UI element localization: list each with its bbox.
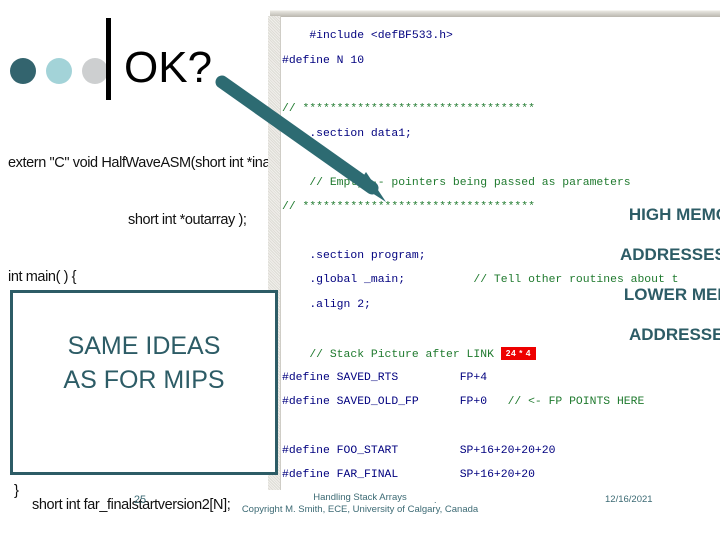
code-comment-stack-picture: // Stack Picture after LINK: [282, 349, 501, 362]
c-source-line-3: int main( ) {: [8, 269, 77, 285]
code-line: #define FOO_START SP+16+20+20+20: [282, 444, 556, 457]
code-line: #define SAVED_OLD_FP FP+0 // <- FP POINT…: [282, 396, 720, 408]
code-line: #define FAR_FINAL SP+16+20+20: [282, 469, 535, 482]
footer-center: Handling Stack Arrays Copyright M. Smith…: [180, 492, 540, 516]
high-memory-line1: HIGH MEMO: [628, 205, 720, 224]
low-memory-line1: LOWER MEMO: [623, 285, 720, 304]
low-memory-line2: ADDRESSES: [629, 325, 720, 344]
callout-line1: SAME IDEAS: [67, 332, 221, 360]
c-source-closing-brace: }: [14, 482, 20, 499]
low-memory-label: LOWER MEMO ADDRESSES: [605, 265, 720, 385]
footer-date: 12/16/2021: [605, 494, 653, 505]
footer-page-number: 25: [133, 494, 147, 506]
footer-copyright: Copyright M. Smith, ECE, University of C…: [241, 504, 479, 515]
code-directive-global: .global _main;: [282, 274, 453, 287]
decorative-dot-light: [46, 58, 72, 84]
callout-line2: AS FOR MIPS: [63, 366, 225, 394]
page-title: OK?: [124, 43, 213, 92]
slide-canvas: OK? extern "C" void HalfWaveASM(short in…: [0, 0, 720, 540]
callout-box: SAME IDEAS AS FOR MIPS: [10, 290, 278, 475]
title-divider: [106, 18, 111, 100]
decorative-dot-dark: [10, 58, 36, 84]
footer-separator-dot: .: [434, 495, 437, 505]
editor-toolbar-strip: [270, 10, 720, 17]
code-comment-fp-points: // <- FP POINTS HERE: [493, 396, 645, 409]
code-define-saved-old-fp: #define SAVED_OLD_FP FP+0: [282, 396, 494, 409]
high-memory-line2: ADDRESSES: [620, 245, 720, 264]
callout-text: SAME IDEAS AS FOR MIPS: [13, 329, 275, 397]
pointer-arrow-icon: [215, 75, 386, 202]
footer-title: Handling Stack Arrays: [313, 492, 407, 503]
stack-size-badge: 24 * 4: [500, 347, 536, 361]
code-line: #include <defBF533.h>: [282, 30, 453, 43]
decorative-dot-gray: [82, 58, 108, 84]
